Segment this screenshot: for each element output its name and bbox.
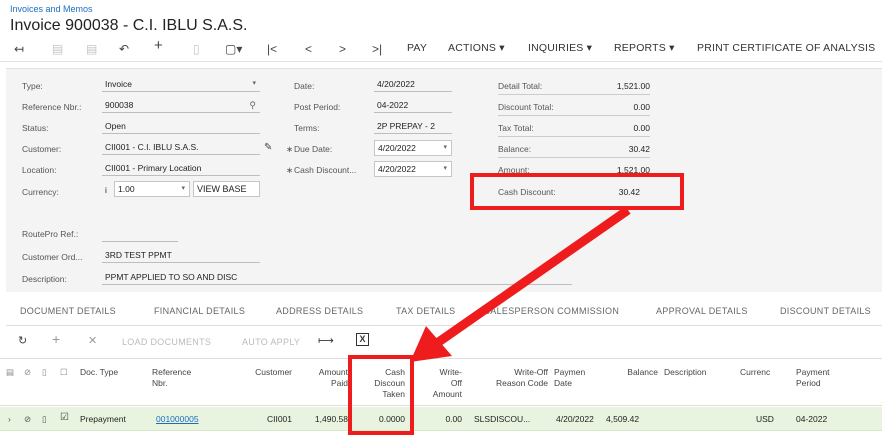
arrow-shaft <box>427 206 631 352</box>
arrow-head <box>410 326 452 362</box>
annotation-arrow <box>410 206 631 362</box>
